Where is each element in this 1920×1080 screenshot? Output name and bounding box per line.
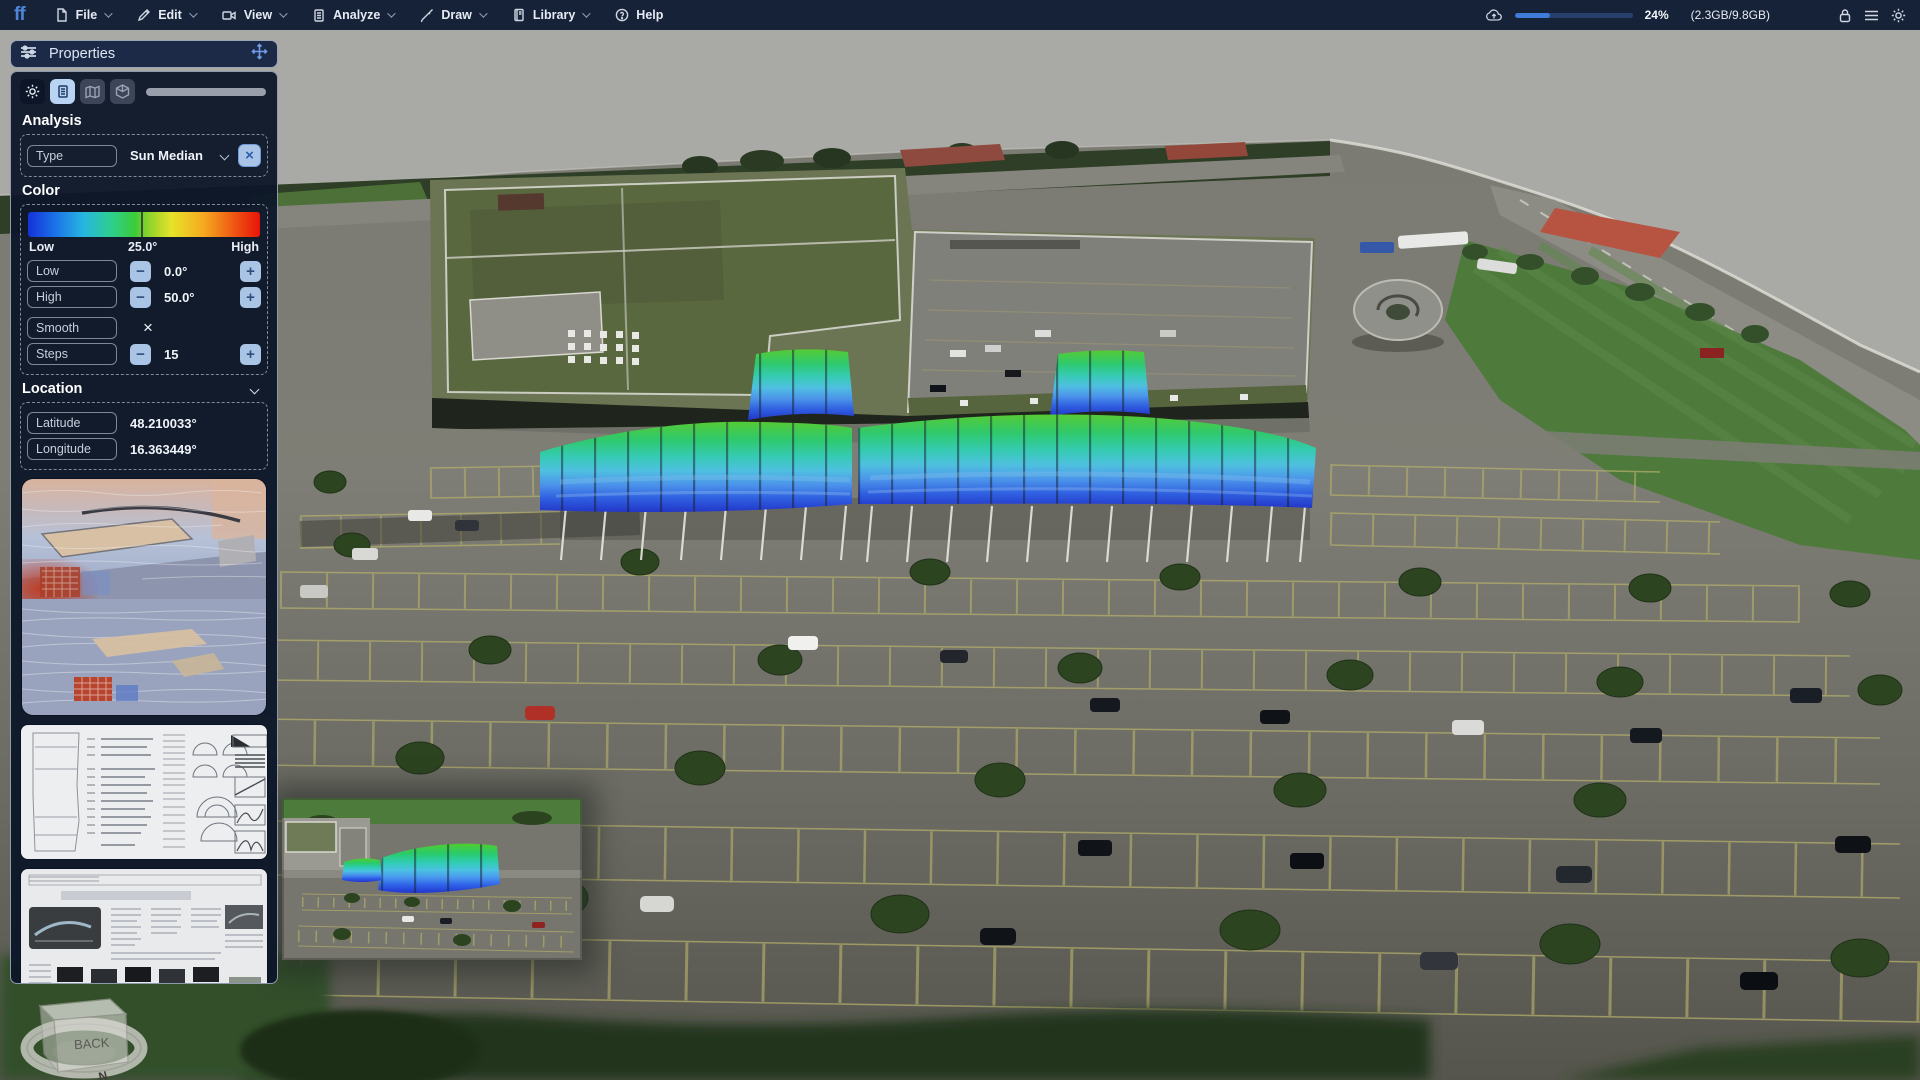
analysis-group: Type Sun Median × — [20, 134, 268, 177]
thumbnail-datasheet-1[interactable] — [20, 724, 268, 860]
color-heading: Color — [22, 183, 266, 199]
chevron-down-icon — [387, 9, 395, 17]
lock-icon[interactable] — [1838, 8, 1852, 23]
color-gradient-bar[interactable] — [28, 212, 260, 237]
menu-help[interactable]: Help — [615, 8, 663, 22]
location-heading[interactable]: Location — [22, 381, 266, 397]
low-value[interactable]: 0.0° — [164, 264, 187, 279]
steps-plus-button[interactable]: + — [240, 344, 261, 365]
view-cube[interactable]: BACK N — [12, 992, 164, 1080]
dropdown-chevron-icon[interactable] — [220, 151, 230, 161]
properties-panel: Analysis Type Sun Median × Color Low 25.… — [10, 71, 278, 984]
menu-analyze[interactable]: Analyze — [312, 8, 393, 22]
tab-sun[interactable] — [20, 79, 45, 104]
sync-progress-fill — [1515, 13, 1550, 18]
draw-icon — [420, 8, 434, 22]
tab-scroll-track[interactable] — [146, 88, 266, 96]
latitude-value[interactable]: 48.210033° — [130, 416, 197, 431]
color-group: Low 25.0° High Low − 0.0° + High − 50.0°… — [20, 204, 268, 375]
menu-edit[interactable]: Edit — [137, 8, 195, 22]
view-icon — [222, 8, 237, 22]
low-plus-button[interactable]: + — [240, 261, 261, 282]
location-group: Latitude 48.210033° Longitude 16.363449° — [20, 402, 268, 470]
thumbnail-datasheet-2[interactable] — [20, 868, 268, 984]
high-plus-button[interactable]: + — [240, 287, 261, 308]
tab-map[interactable] — [80, 79, 105, 104]
collapse-chevron-icon[interactable] — [250, 384, 260, 394]
clear-analysis-button[interactable]: × — [238, 144, 261, 167]
analyze-icon — [312, 8, 326, 22]
layers-list-icon[interactable] — [1864, 9, 1879, 22]
app-logo[interactable]: ff — [14, 4, 25, 26]
sync-progress-bar — [1515, 13, 1633, 18]
low-minus-button[interactable]: − — [130, 261, 151, 282]
file-icon — [55, 8, 69, 22]
preview-inset-image[interactable] — [282, 798, 582, 960]
sliders-icon — [20, 45, 37, 64]
legend-low: Low — [29, 240, 54, 254]
settings-sun-icon[interactable] — [1891, 8, 1906, 23]
high-minus-button[interactable]: − — [130, 287, 151, 308]
latitude-field-label: Latitude — [27, 412, 117, 434]
help-icon — [615, 8, 629, 22]
steps-minus-button[interactable]: − — [130, 344, 151, 365]
longitude-field-label: Longitude — [27, 438, 117, 460]
tab-report-active[interactable] — [50, 79, 75, 104]
menu-draw[interactable]: Draw — [420, 8, 485, 22]
chevron-down-icon — [189, 9, 197, 17]
edit-icon — [137, 8, 151, 22]
steps-field-label: Steps — [27, 343, 117, 365]
high-value[interactable]: 50.0° — [164, 290, 195, 305]
menu-bar: ff File Edit View Analyze Draw Library H… — [0, 0, 1920, 30]
cloud-sync-icon — [1485, 8, 1503, 22]
gradient-marker[interactable] — [141, 212, 143, 237]
thumbnail-cfd-render[interactable] — [21, 478, 267, 716]
chevron-down-icon — [479, 9, 487, 17]
properties-panel-header[interactable]: Properties — [10, 40, 278, 68]
steps-value[interactable]: 15 — [164, 347, 178, 362]
panel-tabs — [20, 79, 268, 104]
high-field-label: High — [27, 286, 117, 308]
menu-file[interactable]: File — [55, 8, 111, 22]
analysis-type-value[interactable]: Sun Median — [130, 148, 203, 163]
legend-mid-value: 25.0° — [54, 240, 231, 254]
library-icon — [512, 8, 526, 22]
memory-usage: (2.3GB/9.8GB) — [1691, 8, 1770, 22]
chevron-down-icon — [279, 9, 287, 17]
smooth-field-label: Smooth — [27, 317, 117, 339]
cube-front-label: BACK — [74, 1035, 111, 1052]
menu-library[interactable]: Library — [512, 8, 588, 22]
app-window: BACK N ff File Edit View Analyze Draw Li… — [0, 0, 1920, 1080]
legend-high: High — [231, 240, 259, 254]
menu-view[interactable]: View — [222, 8, 285, 22]
type-field-label: Type — [27, 145, 117, 167]
longitude-value[interactable]: 16.363449° — [130, 442, 197, 457]
smooth-checkbox[interactable]: × — [143, 318, 153, 338]
low-field-label: Low — [27, 260, 117, 282]
analysis-heading: Analysis — [22, 113, 266, 129]
tab-3d-box[interactable] — [110, 79, 135, 104]
gradient-legend: Low 25.0° High — [29, 240, 259, 254]
chevron-down-icon — [582, 9, 590, 17]
move-panel-icon[interactable] — [251, 43, 268, 65]
sync-percent: 24% — [1645, 8, 1669, 22]
panel-title: Properties — [49, 46, 115, 62]
chevron-down-icon — [104, 9, 112, 17]
